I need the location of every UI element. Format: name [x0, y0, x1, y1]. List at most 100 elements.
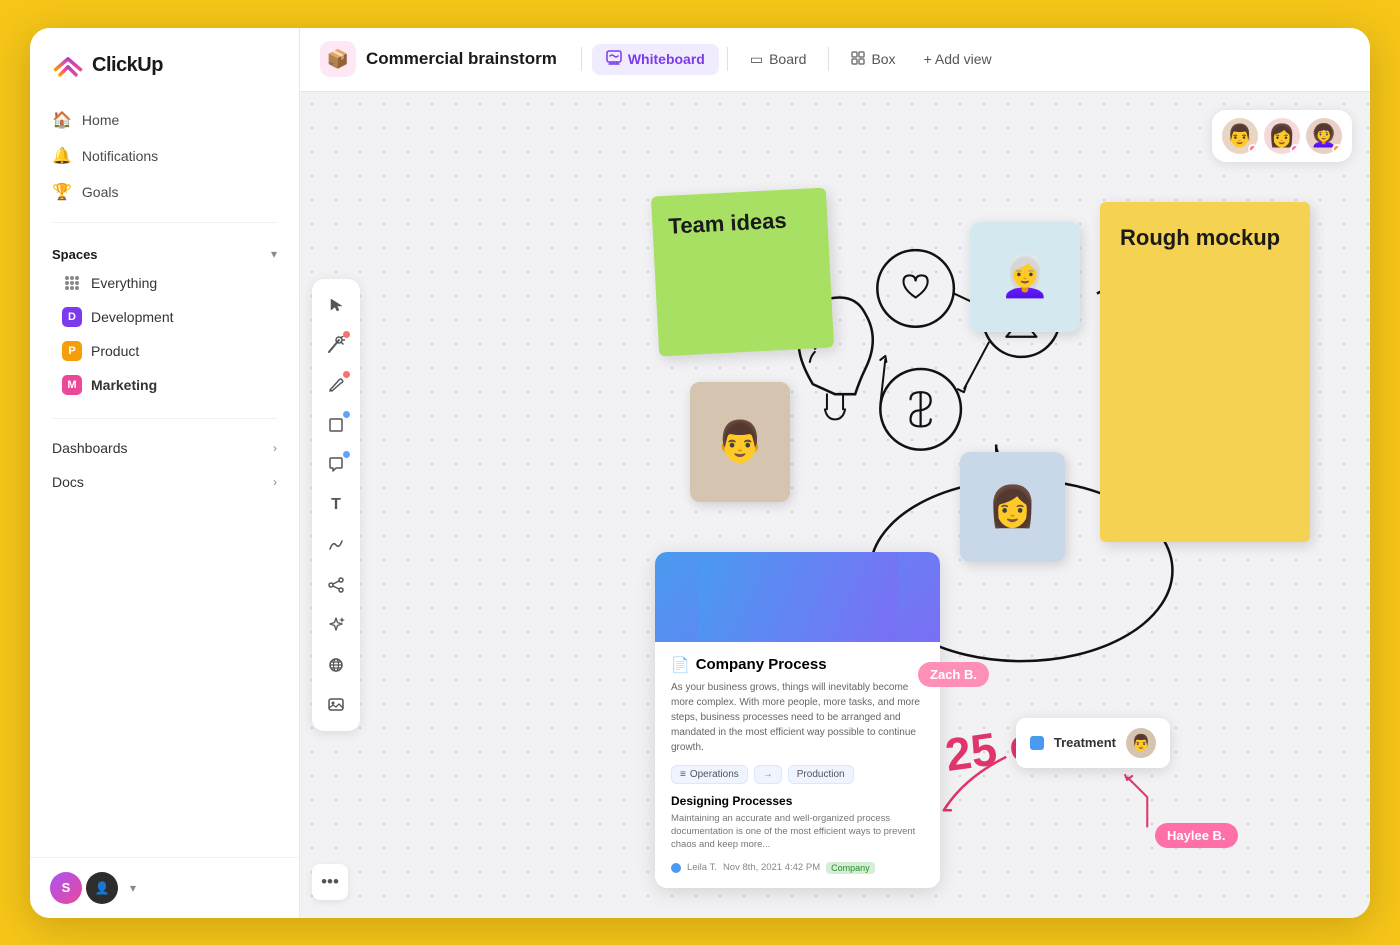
comment-dot [343, 451, 350, 458]
sidebar-item-home-label: Home [82, 112, 119, 128]
sticky-note-yellow[interactable]: Rough mockup [1100, 202, 1310, 542]
doc-card-title: 📄 Company Process [671, 656, 924, 674]
haylee-name: Haylee B. [1167, 828, 1226, 843]
top-right-avatars: 👨 👩 👩‍🦱 [1212, 110, 1352, 162]
curve-tool-button[interactable] [318, 527, 354, 563]
user-avatars: S 👤 [50, 872, 118, 904]
sidebar-item-goals-label: Goals [82, 184, 119, 200]
sidebar-item-development-label: Development [91, 309, 174, 325]
sidebar-item-notifications-label: Notifications [82, 148, 158, 164]
sticky-yellow-text: Rough mockup [1120, 225, 1280, 250]
sidebar-item-home[interactable]: 🏠 Home [42, 102, 287, 138]
tab-whiteboard[interactable]: Whiteboard [592, 44, 719, 75]
cursor-tool-button[interactable] [318, 287, 354, 323]
user-avatar-s: S [50, 872, 82, 904]
presence-dot-1 [1248, 144, 1258, 154]
image-tool-button[interactable] [318, 687, 354, 723]
doc-tag-production: Production [788, 765, 854, 784]
tab-board[interactable]: ▭ Board [736, 45, 821, 74]
whiteboard-tab-icon [606, 50, 622, 69]
sidebar-item-product[interactable]: P Product [52, 334, 277, 368]
docs-label: Docs [52, 474, 84, 490]
web-tool-button[interactable] [318, 647, 354, 683]
spaces-chevron-icon[interactable]: ▾ [271, 247, 277, 261]
doc-card-body: 📄 Company Process As your business grows… [655, 642, 940, 888]
bell-icon: 🔔 [52, 146, 72, 166]
doc-card-date: Nov 8th, 2021 4:42 PM [723, 862, 820, 873]
doc-tag-operations: ≡ Operations [671, 765, 748, 784]
share-tool-button[interactable] [318, 567, 354, 603]
doc-card-tags: ≡ Operations → Production [671, 765, 924, 784]
user-dropdown-icon[interactable]: ▾ [130, 881, 136, 895]
sidebar-item-marketing[interactable]: M Marketing [52, 368, 277, 402]
more-options-button[interactable]: ••• [312, 864, 348, 900]
tab-board-label: Board [769, 51, 806, 67]
spaces-title: Spaces [52, 247, 98, 262]
box-tab-icon [851, 51, 865, 68]
add-view-button[interactable]: + Add view [912, 45, 1004, 73]
document-card[interactable]: 🏢 📄 Company Process As your business gro… [655, 552, 940, 888]
person-photo-2-bg: 👨 [690, 382, 790, 502]
person-photo-2: 👨 [690, 382, 790, 502]
treatment-label: Treatment [1054, 735, 1116, 750]
sidebar: ClickUp 🏠 Home 🔔 Notifications 🏆 Goals [30, 28, 300, 918]
presence-dot-3 [1332, 144, 1342, 154]
whiteboard-canvas[interactable]: T [300, 92, 1370, 918]
draw-tool-button[interactable] [318, 367, 354, 403]
doc-icon: 📦 [327, 49, 349, 70]
doc-title: Commercial brainstorm [366, 49, 557, 69]
sidebar-item-marketing-label: Marketing [91, 377, 157, 393]
person-photo-3-bg: 👩 [960, 452, 1065, 562]
doc-card-subheading: Designing Processes [671, 794, 924, 808]
sidebar-item-notifications[interactable]: 🔔 Notifications [42, 138, 287, 174]
text-tool-button[interactable]: T [318, 487, 354, 523]
ai-tool-button[interactable] [318, 607, 354, 643]
tab-divider-1 [581, 47, 582, 71]
magic-tool-button[interactable] [318, 327, 354, 363]
view-tabs: Whiteboard ▭ Board [592, 44, 1004, 75]
sidebar-item-goals[interactable]: 🏆 Goals [42, 174, 287, 210]
magic-dot [343, 331, 350, 338]
sidebar-nav: 🏠 Home 🔔 Notifications 🏆 Goals [30, 98, 299, 214]
development-icon: D [62, 307, 82, 327]
user-avatar-dark: 👤 [86, 872, 118, 904]
sidebar-item-everything[interactable]: Everything [52, 266, 277, 300]
clickup-logo-icon [52, 50, 84, 82]
trophy-icon: 🏆 [52, 182, 72, 202]
marketing-icon: M [62, 375, 82, 395]
sticky-green-text: Team ideas [668, 207, 787, 238]
treatment-card[interactable]: Treatment 👨 [1016, 718, 1170, 768]
board-tab-icon: ▭ [750, 51, 763, 68]
tab-box-label: Box [871, 51, 895, 67]
spaces-section: Spaces ▾ Everything D Development P Prod… [30, 231, 299, 410]
collab-avatar-2: 👩 [1264, 118, 1300, 154]
draw-dot [343, 371, 350, 378]
sidebar-item-dashboards[interactable]: Dashboards › [42, 431, 287, 465]
more-dots-icon: ••• [321, 872, 339, 892]
doc-card-banner: 🏢 [655, 552, 940, 642]
zach-name: Zach B. [930, 667, 977, 682]
sticky-note-green[interactable]: Team ideas [651, 187, 834, 356]
sidebar-item-docs[interactable]: Docs › [42, 465, 287, 499]
add-view-label: + Add view [924, 51, 992, 67]
logo-area: ClickUp [30, 28, 299, 98]
sidebar-item-development[interactable]: D Development [52, 300, 277, 334]
sidebar-item-product-label: Product [91, 343, 139, 359]
logo-text: ClickUp [92, 54, 163, 77]
tab-box[interactable]: Box [837, 45, 909, 74]
sidebar-footer-nav: Dashboards › Docs › [30, 427, 299, 503]
dashboards-chevron-icon: › [273, 441, 277, 455]
shape-tool-button[interactable] [318, 407, 354, 443]
presence-dot-2 [1290, 144, 1300, 154]
shape-dot [343, 411, 350, 418]
name-chip-haylee: Haylee B. [1155, 823, 1238, 848]
comment-tool-button[interactable] [318, 447, 354, 483]
text-tool-icon: T [331, 496, 341, 514]
top-bar: 📦 Commercial brainstorm Whiteboa [300, 28, 1370, 92]
spaces-section-header: Spaces ▾ [52, 247, 277, 262]
doc-card-author: Leila T. [687, 862, 717, 873]
doc-card-desc: As your business grows, things will inev… [671, 680, 924, 755]
doc-tag-arrow: → [754, 765, 782, 784]
collab-avatar-3: 👩‍🦱 [1306, 118, 1342, 154]
person-photo-1-bg: 👩‍🦳 [970, 222, 1080, 332]
